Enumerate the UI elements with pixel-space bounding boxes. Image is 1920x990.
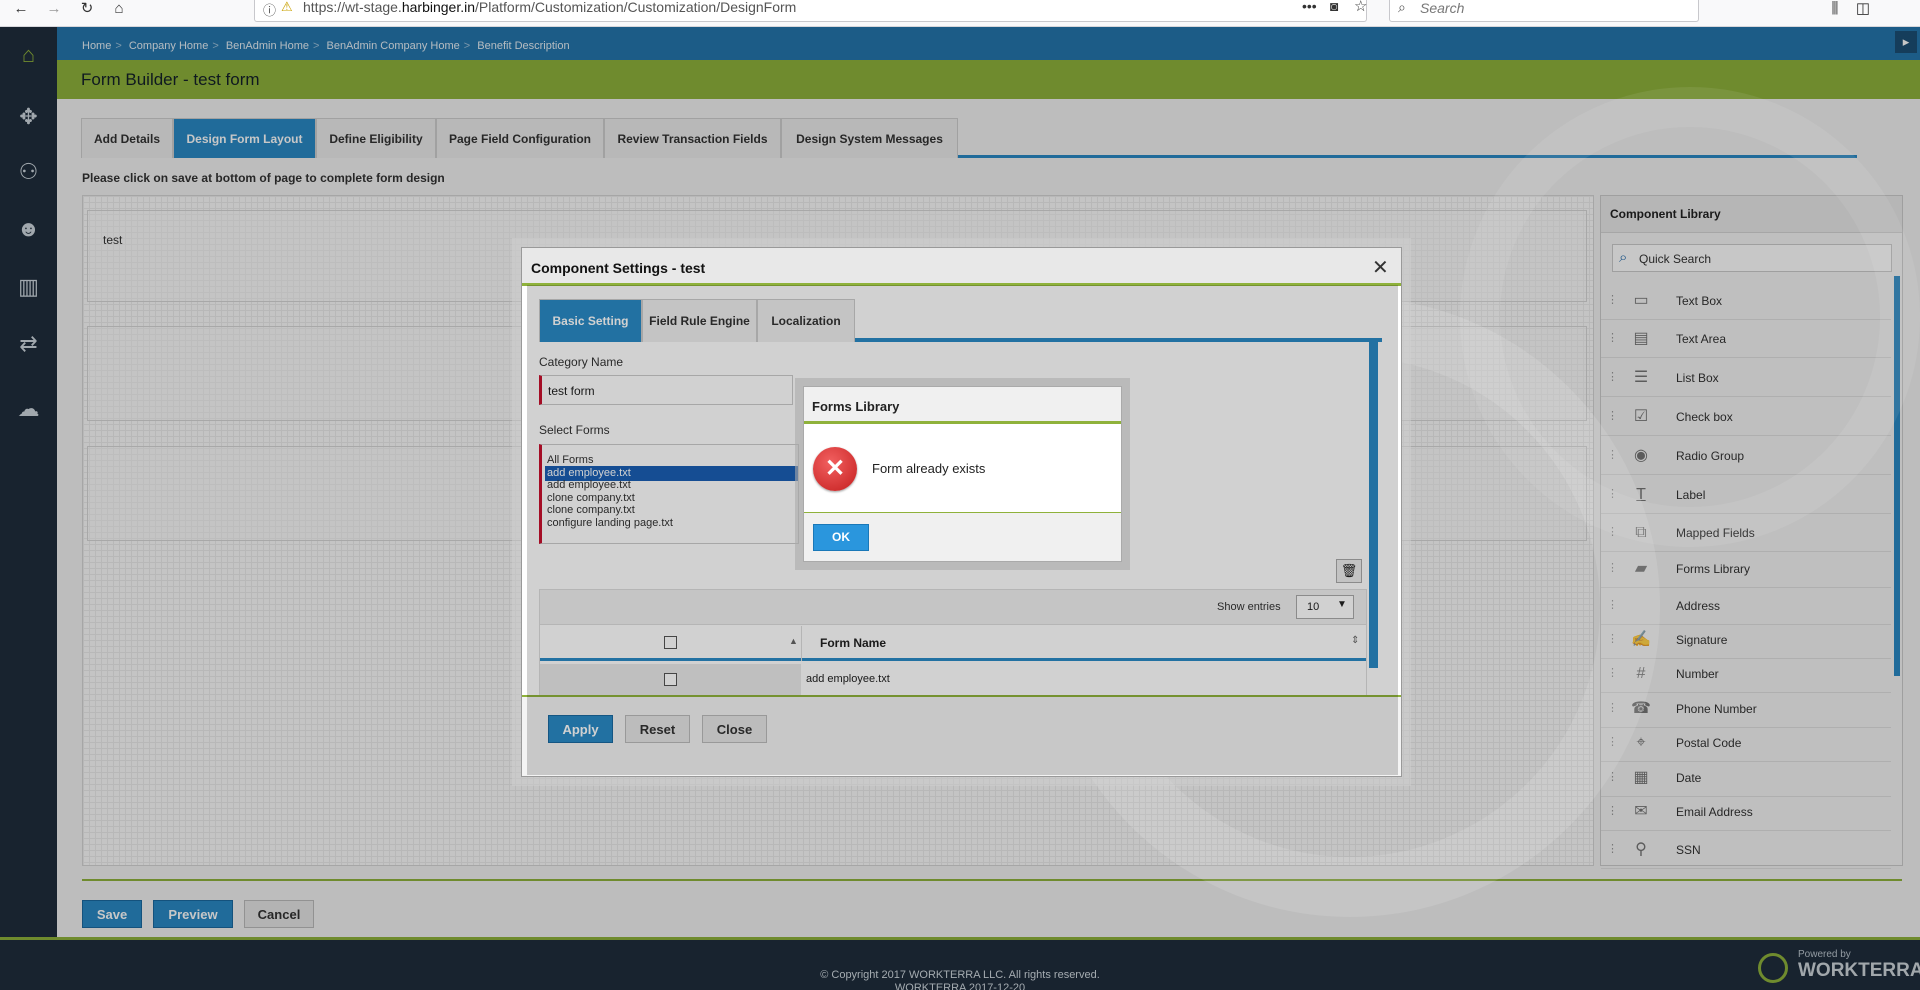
alert-title: Forms Library xyxy=(812,399,900,414)
close-icon[interactable]: ✕ xyxy=(1372,255,1389,280)
back-icon[interactable]: ← xyxy=(8,0,34,20)
home-icon[interactable]: ⌂ xyxy=(106,0,132,20)
alert-header: Forms Library xyxy=(804,387,1121,424)
more-icon[interactable]: ••• xyxy=(1302,0,1317,14)
pocket-icon[interactable]: ◙ xyxy=(1330,0,1338,14)
browser-search-input[interactable]: ⌕ Search xyxy=(1389,0,1699,22)
address-bar[interactable]: ⓘ ⚠ https://wt-stage.harbinger.in/Platfo… xyxy=(254,0,1367,22)
url-text: https://wt-stage.harbinger.in/Platform/C… xyxy=(303,0,797,15)
search-placeholder: Search xyxy=(1420,0,1465,16)
bookmark-star-icon[interactable]: ☆ xyxy=(1354,0,1367,15)
info-icon[interactable]: ⓘ xyxy=(263,0,276,19)
ok-button[interactable]: OK xyxy=(813,524,869,551)
sidebar-icon[interactable]: ◫ xyxy=(1850,0,1876,20)
error-icon: ✕ xyxy=(813,447,857,491)
dialog-header: Component Settings - test ✕ xyxy=(522,248,1401,286)
forward-icon[interactable]: → xyxy=(41,0,67,20)
browser-toolbar: ← → ↻ ⌂ ⓘ ⚠ https://wt-stage.harbinger.i… xyxy=(0,0,1920,27)
forms-library-alert: Forms Library ✕ Form already exists OK xyxy=(803,386,1122,562)
lock-warning-icon[interactable]: ⚠ xyxy=(281,0,293,15)
search-icon: ⌕ xyxy=(1398,0,1406,15)
alert-message: Form already exists xyxy=(872,461,986,476)
dialog-title: Component Settings - test xyxy=(531,260,706,276)
watermark-circle xyxy=(1460,87,1920,547)
reload-icon[interactable]: ↻ xyxy=(74,0,100,20)
library-icon[interactable]: ⫼ xyxy=(1822,0,1848,20)
